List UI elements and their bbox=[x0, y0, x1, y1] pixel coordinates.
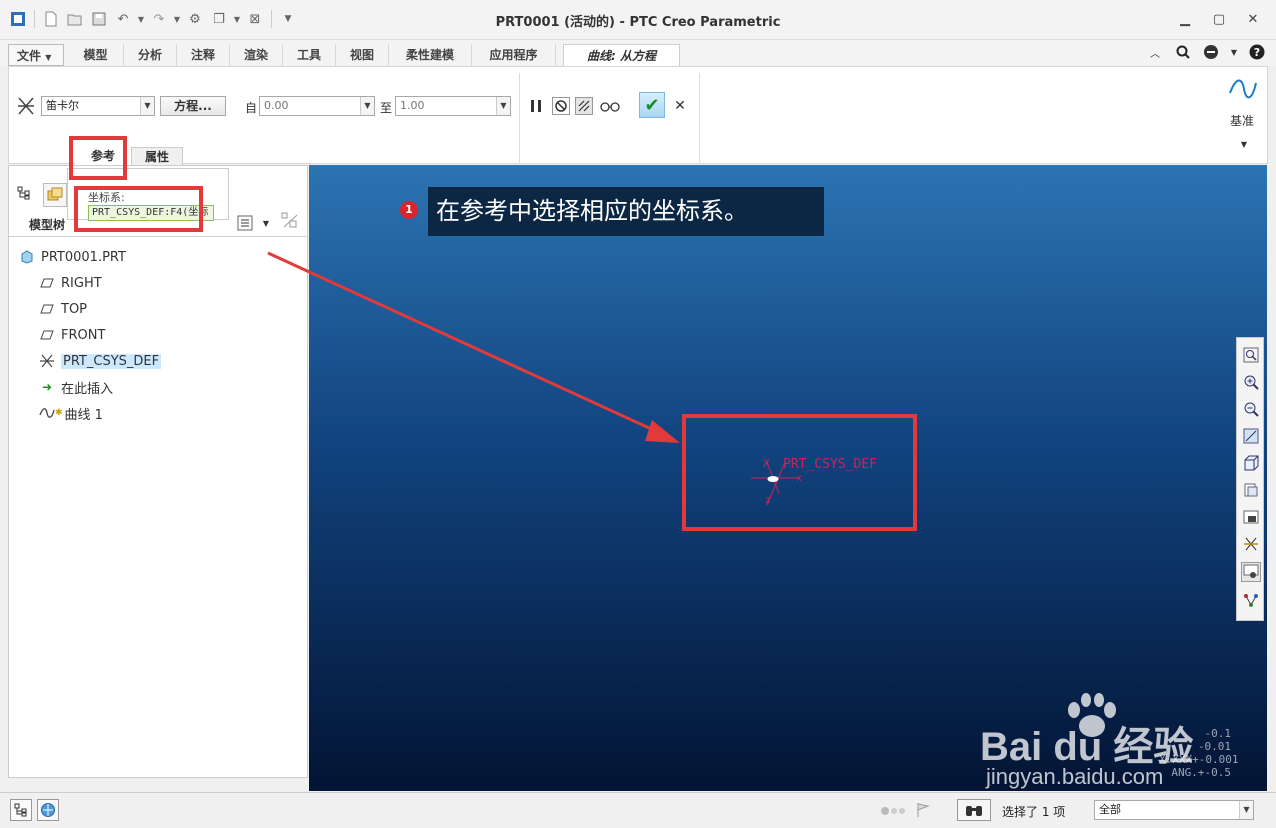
ribbon-panel: 笛卡尔 ▼ 方程... 自 0.00 ▼ 至 1.00 ▼ ✔ ✕ 基准 ▼ 参… bbox=[8, 66, 1268, 165]
datum-label: 基准 bbox=[1230, 114, 1255, 128]
chevron-down-icon: ▼ bbox=[360, 97, 374, 115]
zoom-out-icon[interactable] bbox=[1242, 400, 1260, 418]
selection-filter-select[interactable]: 全部 ▼ bbox=[1094, 800, 1254, 820]
from-label: 自 bbox=[245, 101, 258, 115]
tab-tools[interactable]: 工具 bbox=[283, 44, 336, 66]
repaint-icon[interactable] bbox=[1242, 427, 1260, 445]
view-manager-icon[interactable] bbox=[1242, 508, 1260, 526]
tree-filter-icon[interactable] bbox=[279, 212, 301, 230]
status-bar: 选择了 1 项 全部 ▼ bbox=[0, 792, 1276, 828]
view-toolbar bbox=[1236, 337, 1264, 621]
tree-item-insert-here[interactable]: ➜ 在此插入 bbox=[39, 376, 113, 398]
spin-center-icon[interactable] bbox=[1242, 591, 1260, 609]
from-value-field[interactable]: 0.00 ▼ bbox=[259, 96, 375, 116]
insert-arrow-icon: ➜ bbox=[41, 380, 53, 394]
layers-folder-icon[interactable] bbox=[43, 183, 67, 207]
model-tree-icon[interactable] bbox=[15, 184, 33, 202]
no-preview-icon[interactable] bbox=[552, 97, 570, 115]
show-tree-icon[interactable] bbox=[10, 799, 32, 821]
chevron-down-icon: ▼ bbox=[1239, 801, 1253, 819]
watermark-url: jingyan.baidu.com bbox=[986, 764, 1164, 789]
browser-icon[interactable] bbox=[37, 799, 59, 821]
tab-model[interactable]: 模型 bbox=[68, 44, 124, 66]
separator bbox=[699, 73, 700, 163]
search-icon[interactable] bbox=[1174, 43, 1192, 61]
annotation-display-icon[interactable] bbox=[1241, 562, 1261, 582]
tree-item-part[interactable]: PRT0001.PRT bbox=[19, 246, 126, 268]
datum-plane-icon bbox=[39, 327, 55, 343]
datum-curve-icon[interactable] bbox=[1228, 75, 1258, 103]
model-tree-tab-label[interactable]: 模型树 bbox=[29, 216, 65, 233]
baidu-watermark: Bai du 经验 jingyan.baidu.com bbox=[980, 690, 1220, 790]
tab-curve-from-equation[interactable]: 曲线: 从方程 bbox=[563, 44, 680, 66]
collapse-ribbon-icon[interactable]: ︿ bbox=[1146, 43, 1164, 61]
chevron-down-icon[interactable]: ▼ bbox=[1230, 43, 1238, 61]
tree-item-right[interactable]: RIGHT bbox=[39, 272, 102, 294]
find-binoculars-icon[interactable] bbox=[957, 799, 991, 821]
chevron-down-icon: ▼ bbox=[45, 53, 52, 62]
tab-analysis[interactable]: 分析 bbox=[124, 44, 177, 66]
tab-view[interactable]: 视图 bbox=[336, 44, 389, 66]
tree-item-top[interactable]: TOP bbox=[39, 298, 87, 320]
regen-status-icon bbox=[880, 802, 908, 820]
svg-text:?: ? bbox=[1254, 46, 1260, 59]
datum-plane-icon bbox=[39, 301, 55, 317]
zoom-in-icon[interactable] bbox=[1242, 373, 1260, 391]
tab-properties[interactable]: 属性 bbox=[131, 147, 183, 165]
tree-settings-icon[interactable] bbox=[235, 214, 255, 232]
chevron-down-icon[interactable]: ▼ bbox=[1235, 135, 1253, 153]
tab-file[interactable]: 文件 ▼ bbox=[8, 44, 64, 66]
minimize-icon[interactable]: ▁ bbox=[1176, 10, 1194, 28]
to-label: 至 bbox=[380, 101, 393, 115]
refit-icon[interactable] bbox=[1242, 346, 1260, 364]
community-icon[interactable] bbox=[1202, 43, 1220, 61]
ribbon-tab-bar: 文件 ▼ 模型 分析 注释 渲染 工具 视图 柔性建模 应用程序 曲线: 从方程… bbox=[0, 40, 1276, 66]
instruction-callout: 在参考中选择相应的坐标系。 bbox=[428, 187, 824, 236]
highlight-csys-graphic bbox=[682, 414, 917, 531]
tree-item-front[interactable]: FRONT bbox=[39, 324, 105, 346]
flag-icon[interactable] bbox=[914, 801, 932, 819]
selection-count: 选择了 1 项 bbox=[1002, 805, 1066, 819]
chevron-down-icon[interactable]: ▼ bbox=[257, 214, 275, 232]
help-tools: ︿ ▼ ? bbox=[1146, 43, 1266, 61]
title-bar: ↶ ▼ ↷ ▼ ⚙ ❐ ▼ ⊠ ▼ PRT0001 (活动的) - PTC Cr… bbox=[0, 0, 1276, 40]
model-tree-panel: 坐标系: PRT_CSYS_DEF:F4(坐标 模型树 ▼ PRT0001.PR… bbox=[8, 165, 308, 778]
separator bbox=[9, 236, 307, 237]
window-controls: ▁ ▢ ✕ bbox=[1176, 10, 1262, 28]
tab-applications[interactable]: 应用程序 bbox=[472, 44, 556, 66]
chevron-down-icon: ▼ bbox=[140, 97, 154, 115]
equation-button[interactable]: 方程... bbox=[160, 96, 226, 116]
csys-icon bbox=[39, 353, 55, 369]
coord-type-select[interactable]: 笛卡尔 ▼ bbox=[41, 96, 155, 116]
csys-type-icon bbox=[15, 95, 37, 117]
saved-orientations-icon[interactable] bbox=[1242, 481, 1260, 499]
tree-item-csys[interactable]: PRT_CSYS_DEF bbox=[39, 350, 162, 372]
tab-render[interactable]: 渲染 bbox=[230, 44, 283, 66]
datum-display-filters-icon[interactable] bbox=[1242, 535, 1260, 553]
tab-annotate[interactable]: 注释 bbox=[177, 44, 230, 66]
tab-flexible-modeling[interactable]: 柔性建模 bbox=[389, 44, 472, 66]
step-number-badge: 1 bbox=[400, 201, 418, 219]
highlight-coord-sys-field bbox=[74, 186, 203, 232]
maximize-icon[interactable]: ▢ bbox=[1210, 10, 1228, 28]
datum-plane-icon bbox=[39, 275, 55, 291]
close-icon[interactable]: ✕ bbox=[1244, 10, 1262, 28]
ok-check-icon[interactable]: ✔ bbox=[639, 92, 665, 118]
tree-item-curve[interactable]: ✱ 曲线 1 bbox=[39, 402, 103, 424]
curve-icon bbox=[39, 405, 55, 421]
help-icon[interactable]: ? bbox=[1248, 43, 1266, 61]
cancel-close-icon[interactable]: ✕ bbox=[671, 97, 689, 115]
pause-icon[interactable] bbox=[527, 97, 545, 115]
window-title: PRT0001 (活动的) - PTC Creo Parametric bbox=[495, 15, 781, 30]
highlight-reference-tab bbox=[69, 136, 127, 180]
chevron-down-icon: ▼ bbox=[496, 97, 510, 115]
preview-icon[interactable] bbox=[575, 97, 593, 115]
part-icon bbox=[19, 249, 35, 265]
verify-glasses-icon[interactable] bbox=[599, 97, 621, 115]
to-value-field[interactable]: 1.00 ▼ bbox=[395, 96, 511, 116]
new-feature-icon: ✱ bbox=[55, 408, 63, 418]
separator bbox=[519, 73, 520, 163]
display-style-icon[interactable] bbox=[1242, 454, 1260, 472]
